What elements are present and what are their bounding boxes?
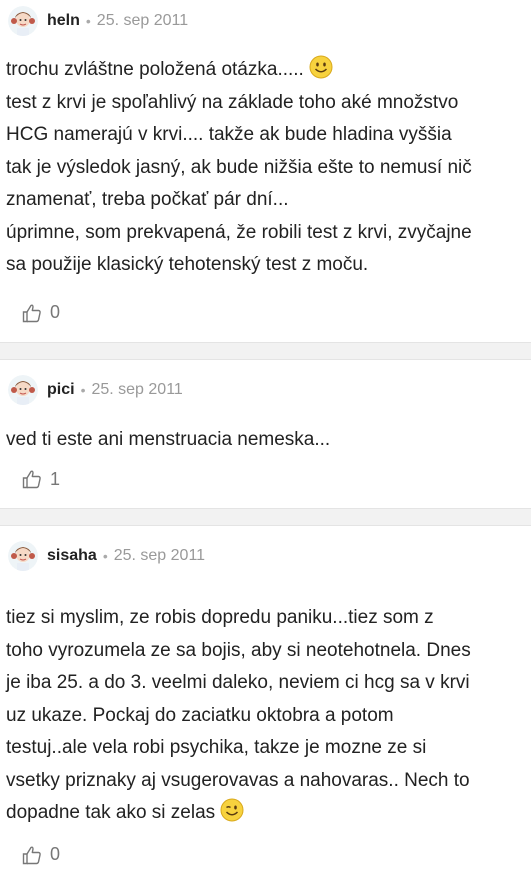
comment-line: je iba 25. a do 3. veelmi daleko, neviem…	[6, 672, 470, 693]
like-button[interactable]: 0	[0, 296, 531, 330]
thumbs-up-icon	[22, 846, 41, 864]
comment: heln • 25. sep 2011 trochu zvláštne polo…	[0, 0, 531, 342]
like-count: 1	[50, 468, 61, 489]
author-name[interactable]: heln	[47, 12, 80, 30]
comment-line: toho vyrozumela ze sa bojis, aby si neot…	[6, 639, 471, 661]
comment-line: HCG namerajú v krvi.... takže ak bude hl…	[6, 124, 452, 145]
like-count: 0	[50, 844, 61, 864]
comment-line: trochu zvláštne položená otázka.....	[6, 59, 304, 80]
comment-date: 25. sep 2011	[113, 547, 206, 564]
wink-emoji-icon	[220, 798, 244, 822]
comment-divider	[0, 341, 531, 360]
avatar[interactable]	[8, 541, 38, 571]
comment-line: tak je výsledok jasný, ak bude nižšia eš…	[6, 156, 472, 178]
comment-line: ved ti este ani menstruacia nemeska...	[6, 428, 331, 450]
meta-separator: •	[80, 381, 86, 398]
avatar[interactable]	[8, 374, 38, 405]
comment-line: uz ukaze. Pockaj do zaciatku oktobra a p…	[6, 704, 394, 726]
comment-header: heln • 25. sep 2011	[0, 0, 531, 42]
author-name[interactable]: sisaha	[47, 547, 97, 565]
comment-header: sisaha • 25. sep 2011	[0, 526, 531, 586]
comment-line: znamenať, treba počkať pár dní...	[6, 189, 289, 210]
comment: pici • 25. sep 2011 ved ti este ani mens…	[0, 360, 531, 509]
comment-body: trochu zvláštne položená otázka..... tes…	[0, 42, 531, 282]
like-count: 0	[50, 302, 61, 322]
comment-header: pici • 25. sep 2011	[0, 360, 531, 420]
comment-date: 25. sep 2011	[96, 12, 189, 29]
comment-divider	[0, 508, 531, 526]
avatar[interactable]	[8, 6, 38, 36]
comment-line: test z krvi je spoľahlivý na základe toh…	[6, 91, 459, 113]
thumbs-up-icon	[22, 304, 41, 322]
meta-separator: •	[102, 548, 108, 564]
comment-line: tiez si myslim, ze robis dopredu paniku.…	[6, 607, 434, 628]
thumbs-up-icon	[22, 470, 41, 489]
like-button[interactable]: 0	[0, 838, 531, 872]
comment-line: dopadne tak ako si zelas	[6, 802, 216, 823]
comment-body: ved ti este ani menstruacia nemeska...	[0, 420, 531, 457]
comment-line: úprimne, som prekvapená, že robili test …	[6, 221, 472, 243]
comment-body: tiez si myslim, ze robis dopredu paniku.…	[0, 586, 531, 830]
like-button[interactable]: 1	[0, 462, 531, 496]
comment: sisaha • 25. sep 2011 tiez si myslim, ze…	[0, 526, 531, 872]
comment-line: vsetky priznaky aj vsugerovavas a nahova…	[6, 769, 470, 791]
author-name[interactable]: pici	[47, 381, 75, 399]
meta-separator: •	[85, 13, 91, 29]
smile-emoji-icon	[309, 55, 333, 79]
comment-date: 25. sep 2011	[91, 380, 183, 398]
comment-line: testuj..ale vela robi psychika, takze je…	[6, 737, 427, 758]
comment-line: sa použije klasický tehotenský test z mo…	[6, 254, 369, 275]
